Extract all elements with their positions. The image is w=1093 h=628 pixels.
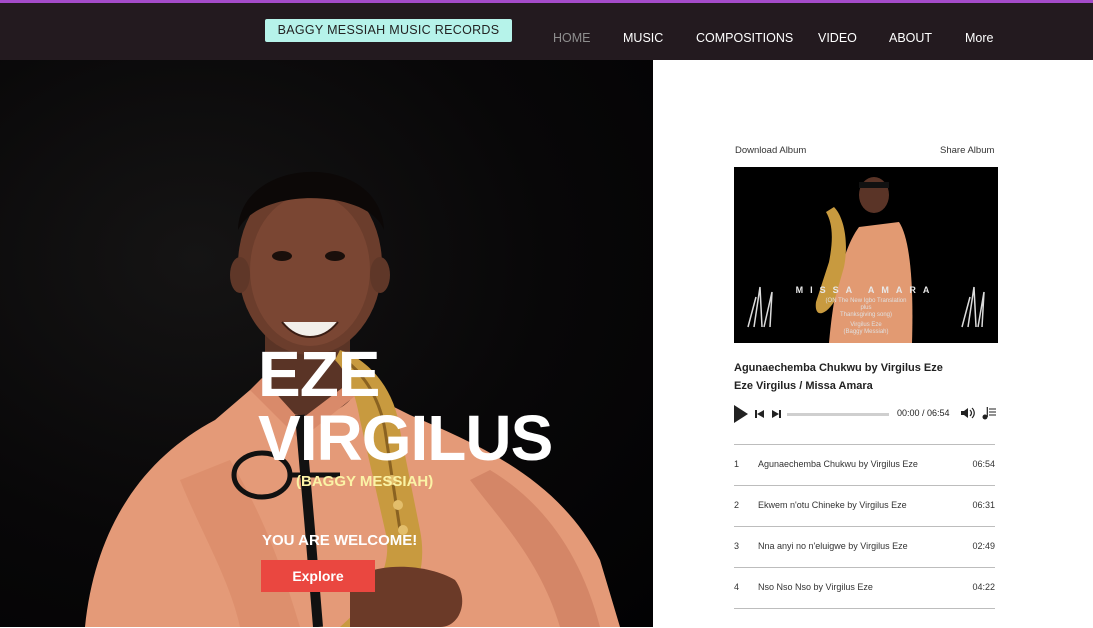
next-track-icon[interactable]	[771, 409, 781, 419]
track-number: 4	[734, 582, 740, 592]
track-name: Agunaechemba Chukwu by Virgilus Eze	[758, 459, 918, 469]
track-name: Nso Nso Nso by Virgilus Eze	[758, 582, 873, 592]
download-album-link[interactable]: Download Album	[735, 145, 806, 156]
nav-more[interactable]: More	[965, 31, 993, 45]
cover-subtitle-line3: Thanksgiving song)	[839, 312, 893, 318]
nav-video[interactable]: VIDEO	[818, 31, 857, 45]
playlist-icon[interactable]	[982, 406, 996, 420]
now-playing-title: Agunaechemba Chukwu by Virgilus Eze	[734, 362, 943, 374]
album-cover: MISSA AMARA (ON The New Igbo Translation…	[734, 167, 998, 343]
track-row-2[interactable]: 2 Ekwem n'otu Chineke by Virgilus Eze 06…	[734, 485, 995, 526]
explore-button[interactable]: Explore	[261, 560, 375, 592]
hero-title-line2: VIRGILUS	[258, 402, 553, 474]
nav-compositions[interactable]: COMPOSITIONS	[696, 31, 793, 45]
audio-player: 00:00 / 06:54	[734, 405, 999, 423]
progress-bar[interactable]	[787, 413, 889, 416]
hero-section: EZE VIRGILUS (BAGGY MESSIAH) YOU ARE WEL…	[0, 60, 653, 627]
nav-music[interactable]: MUSIC	[623, 31, 663, 45]
album-player-panel: Download Album Share Album MISSA AMARA (…	[653, 60, 1093, 627]
brand-logo-button[interactable]: BAGGY MESSIAH MUSIC RECORDS	[265, 19, 512, 42]
track-number: 3	[734, 541, 740, 551]
share-album-link[interactable]: Share Album	[940, 145, 994, 156]
volume-icon[interactable]	[961, 407, 975, 419]
cover-artist: Virgilus Eze (Baggy Messiah)	[734, 322, 998, 336]
cover-subtitle: (ON The New Igbo Translation plus Thanks…	[734, 298, 998, 319]
track-name: Nna anyi no n'eluigwe by Virgilus Eze	[758, 541, 908, 551]
track-name: Ekwem n'otu Chineke by Virgilus Eze	[758, 500, 907, 510]
now-playing-artist: Eze Virgilus / Missa Amara	[734, 380, 873, 392]
play-icon[interactable]	[734, 405, 748, 423]
hero-welcome: YOU ARE WELCOME!	[262, 532, 418, 549]
playback-time: 00:00 / 06:54	[897, 408, 950, 418]
track-row-3[interactable]: 3 Nna anyi no n'eluigwe by Virgilus Eze …	[734, 526, 995, 567]
hero-title-line1: EZE	[258, 338, 380, 410]
cover-title: MISSA AMARA	[795, 285, 937, 295]
track-duration: 06:31	[972, 500, 995, 510]
nav-home[interactable]: HOME	[553, 31, 591, 45]
track-number: 1	[734, 459, 740, 469]
nav-about[interactable]: ABOUT	[889, 31, 932, 45]
site-header: BAGGY MESSIAH MUSIC RECORDS HOME MUSIC C…	[0, 3, 1093, 60]
track-list: 1 Agunaechemba Chukwu by Virgilus Eze 06…	[734, 444, 995, 628]
previous-track-icon[interactable]	[755, 409, 765, 419]
track-row-1[interactable]: 1 Agunaechemba Chukwu by Virgilus Eze 06…	[734, 444, 995, 485]
track-duration: 02:49	[972, 541, 995, 551]
track-duration: 04:22	[972, 582, 995, 592]
track-number: 2	[734, 500, 740, 510]
cover-artist-line2: (Baggy Messiah)	[843, 329, 889, 335]
cover-subtitle-line2: plus	[860, 305, 872, 311]
cover-artist-line1: Virgilus Eze	[850, 322, 882, 328]
track-duration: 06:54	[972, 459, 995, 469]
track-list-divider	[734, 608, 995, 628]
cover-subtitle-line1: (ON The New Igbo Translation	[825, 298, 907, 304]
hero-subtitle: (BAGGY MESSIAH)	[296, 473, 434, 490]
track-row-4[interactable]: 4 Nso Nso Nso by Virgilus Eze 04:22	[734, 567, 995, 608]
